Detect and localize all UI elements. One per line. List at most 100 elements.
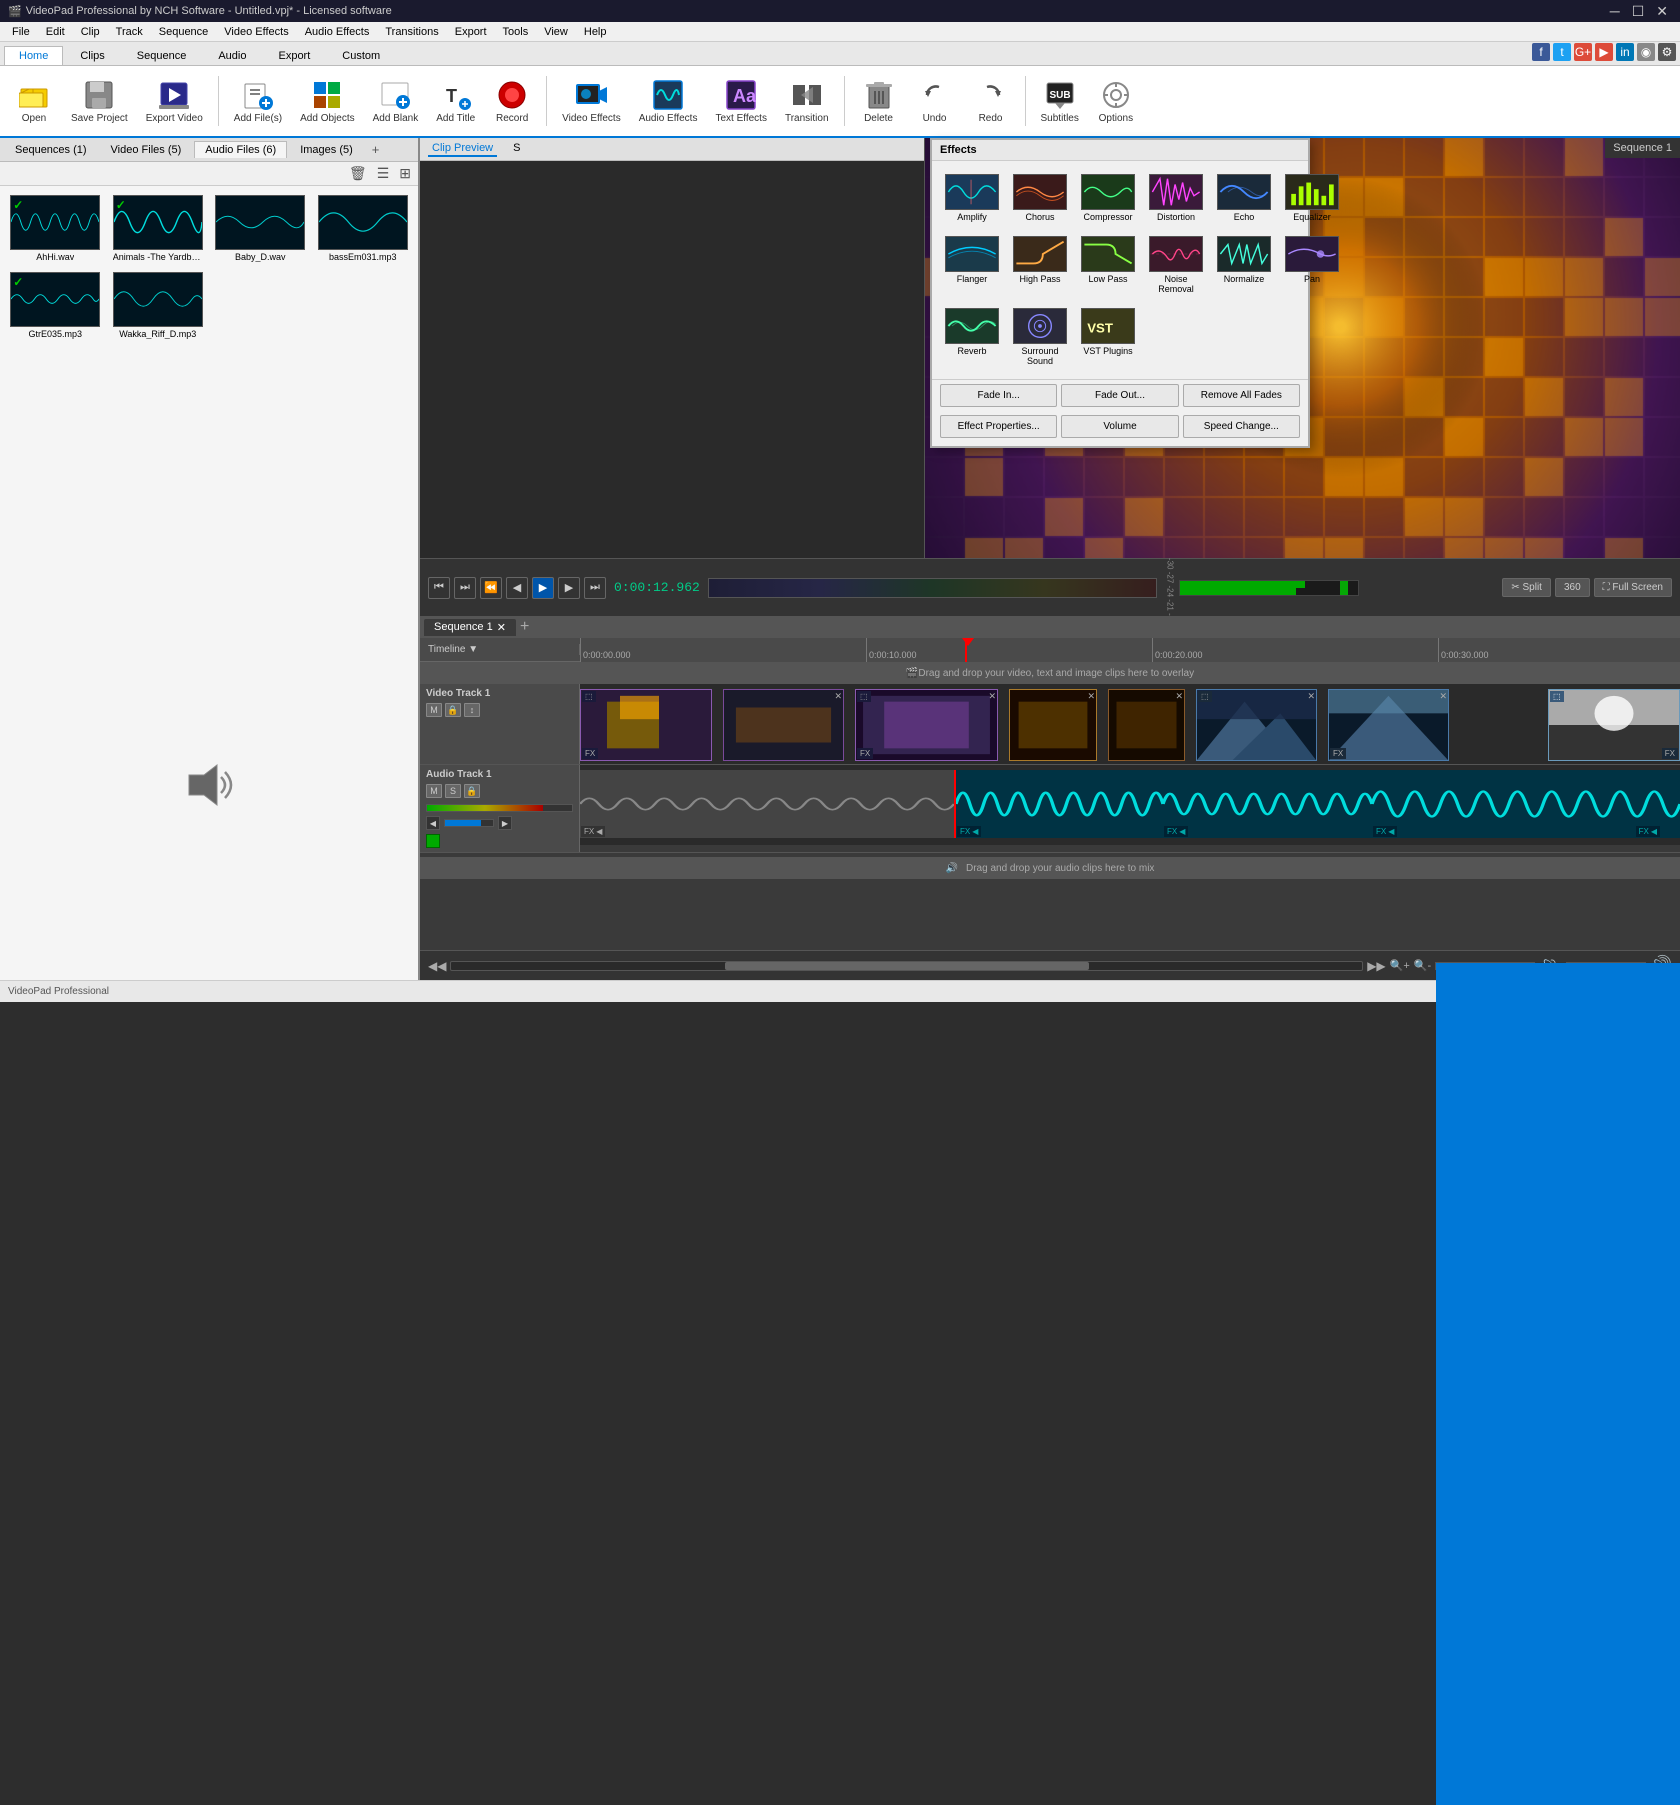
speed-change-button[interactable]: Speed Change... (1183, 415, 1300, 438)
rewind-button[interactable]: ⏪ (480, 577, 502, 599)
fade-in-button[interactable]: Fade In... (940, 384, 1057, 407)
effect-noise-removal[interactable]: Noise Removal (1144, 231, 1208, 299)
audio-clip-1[interactable]: FX ◀ (954, 770, 1163, 838)
track-expand-button[interactable]: ↕ (464, 703, 480, 717)
linkedin-icon[interactable]: in (1616, 43, 1634, 61)
list-item[interactable]: Wakka_Riff_D.mp3 (109, 269, 208, 342)
zoom-in-button[interactable]: 🔍+ (1390, 959, 1410, 972)
track-lock-button[interactable]: 🔒 (445, 703, 461, 717)
tab-home[interactable]: Home (4, 46, 63, 65)
list-item[interactable]: bassEm031.mp3 (314, 192, 413, 265)
video-clip[interactable]: ✕ FX (1328, 689, 1449, 761)
menu-file[interactable]: File (4, 22, 38, 41)
sequence-tab-1[interactable]: Sequence 1 ✕ (424, 619, 516, 636)
play-button[interactable]: ▶ (532, 577, 554, 599)
settings-social-icon[interactable]: ⚙ (1658, 43, 1676, 61)
effect-equalizer[interactable]: Equalizer (1280, 169, 1344, 227)
facebook-icon[interactable]: f (1532, 43, 1550, 61)
save-project-button[interactable]: Save Project (64, 69, 135, 133)
effect-amplify[interactable]: Amplify (940, 169, 1004, 227)
audio-clip-3[interactable]: FX ◀ FX ◀ (1372, 770, 1680, 838)
delete-button[interactable]: Delete (853, 69, 905, 133)
open-button[interactable]: Open (8, 69, 60, 133)
timeline-scroll-left[interactable]: ◀◀ (428, 959, 446, 973)
audio-vol-up[interactable]: ▶ (498, 816, 512, 830)
effect-distortion[interactable]: Distortion (1144, 169, 1208, 227)
playhead[interactable] (965, 638, 967, 662)
zoom-slider[interactable] (1435, 962, 1535, 970)
maximize-button[interactable]: ☐ (1628, 3, 1649, 20)
add-files-button[interactable]: Add File(s) (227, 69, 289, 133)
text-effects-button[interactable]: Aa Text Effects (708, 69, 774, 133)
effect-surround-sound[interactable]: Surround Sound (1008, 303, 1072, 371)
record-button[interactable]: Record (486, 69, 538, 133)
panel-delete-icon[interactable]: 🗑 (346, 164, 370, 183)
effect-vst-plugins[interactable]: VST VST Plugins (1076, 303, 1140, 371)
audio-lock-button[interactable]: 🔒 (464, 784, 480, 798)
effect-high-pass[interactable]: High Pass (1008, 231, 1072, 299)
list-item[interactable]: ✓ Animals -The Yardbarkers.mp3 (109, 192, 208, 265)
sequence-tab-close[interactable]: ✕ (497, 621, 506, 634)
timeline-scrollbar[interactable] (450, 961, 1363, 971)
timeline-dropdown[interactable]: Timeline ▼ (428, 644, 478, 655)
effect-flanger[interactable]: Flanger (940, 231, 1004, 299)
video-clip[interactable]: ✕ (1009, 689, 1097, 761)
effect-normalize[interactable]: Normalize (1212, 231, 1276, 299)
menu-audio-effects[interactable]: Audio Effects (297, 22, 378, 41)
menu-video-effects[interactable]: Video Effects (216, 22, 296, 41)
tab-custom[interactable]: Custom (327, 46, 395, 65)
effect-chorus[interactable]: Chorus (1008, 169, 1072, 227)
remove-all-fades-button[interactable]: Remove All Fades (1183, 384, 1300, 407)
title-bar-controls[interactable]: ─ ☐ ✕ (1606, 3, 1672, 20)
tab-images[interactable]: Images (5) (289, 141, 364, 158)
effect-properties-button[interactable]: Effect Properties... (940, 415, 1057, 438)
audio-clip-before[interactable]: FX ◀ (580, 770, 954, 838)
twitter-icon[interactable]: t (1553, 43, 1571, 61)
menu-help[interactable]: Help (576, 22, 615, 41)
tab-clips[interactable]: Clips (65, 46, 119, 65)
add-title-button[interactable]: T Add Title (429, 69, 482, 133)
tab-export[interactable]: Export (263, 46, 325, 65)
clip-preview-tab[interactable]: Clip Preview (428, 141, 497, 157)
zoom-out-button[interactable]: 🔍- (1414, 959, 1431, 972)
menu-edit[interactable]: Edit (38, 22, 73, 41)
video-clip[interactable]: ⬚ ✕ (1196, 689, 1317, 761)
video-clip[interactable]: ✕ (1108, 689, 1185, 761)
video-clip[interactable]: ⬚ FX (580, 689, 712, 761)
more-social-icon[interactable]: ◉ (1637, 43, 1655, 61)
volume-button[interactable]: Volume (1061, 415, 1178, 438)
add-blank-button[interactable]: Add Blank (366, 69, 426, 133)
minimize-button[interactable]: ─ (1606, 3, 1624, 20)
audio-vol-down[interactable]: ◀ (426, 816, 440, 830)
video-clip[interactable]: ⬚ ✕ FX (855, 689, 998, 761)
effect-compressor[interactable]: Compressor (1076, 169, 1140, 227)
menu-view[interactable]: View (536, 22, 576, 41)
menu-transitions[interactable]: Transitions (377, 22, 446, 41)
menu-sequence[interactable]: Sequence (151, 22, 217, 41)
panel-list-view-icon[interactable]: ☰ (374, 164, 393, 183)
audio-solo-button[interactable]: S (445, 784, 461, 798)
menu-tools[interactable]: Tools (495, 22, 537, 41)
effect-echo[interactable]: Echo (1212, 169, 1276, 227)
list-item[interactable]: ✓ GtrE035.mp3 (6, 269, 105, 342)
list-item[interactable]: ✓ AhHi.wav (6, 192, 105, 265)
timeline-ruler[interactable]: 0:00:00.000 0:00:10.000 0:00:20.000 0:00… (580, 638, 1680, 662)
close-button[interactable]: ✕ (1652, 3, 1672, 20)
tab-video-files[interactable]: Video Files (5) (100, 141, 193, 158)
audio-effects-button[interactable]: Audio Effects (632, 69, 705, 133)
list-item[interactable]: Baby_D.wav (211, 192, 310, 265)
tab-audio[interactable]: Audio (203, 46, 261, 65)
export-video-button[interactable]: Export Video (139, 69, 210, 133)
subtitles-button[interactable]: SUB Subtitles (1034, 69, 1086, 133)
google-icon[interactable]: G+ (1574, 43, 1592, 61)
tab-sequence[interactable]: Sequence (122, 46, 202, 65)
previous-frame-button[interactable]: ⏭ (454, 577, 476, 599)
skip-to-start-button[interactable]: ⏮ (428, 577, 450, 599)
options-button[interactable]: Options (1090, 69, 1142, 133)
transition-button[interactable]: Transition (778, 69, 836, 133)
360-button[interactable]: 360 (1555, 578, 1590, 597)
add-objects-button[interactable]: Add Objects (293, 69, 361, 133)
undo-button[interactable]: Undo (909, 69, 961, 133)
menu-clip[interactable]: Clip (73, 22, 108, 41)
video-clip[interactable]: ⬚ ✕ FX (1548, 689, 1680, 761)
